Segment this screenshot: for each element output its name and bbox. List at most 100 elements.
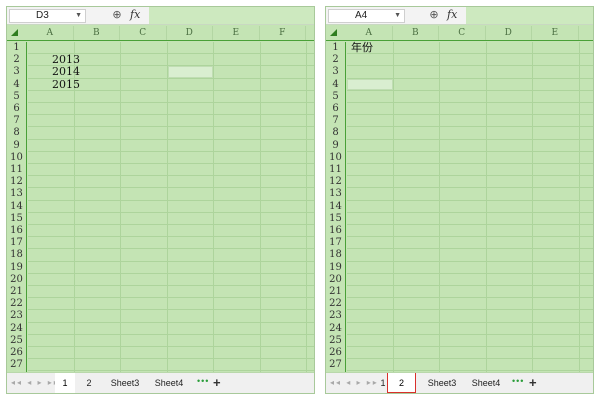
row-header-13[interactable]: 13 <box>326 188 345 200</box>
row-header-19[interactable]: 19 <box>7 262 26 274</box>
row-header-10[interactable]: 10 <box>7 152 26 164</box>
row-header-27[interactable]: 27 <box>326 359 345 371</box>
column-header-b[interactable]: B <box>393 26 439 40</box>
sheet-tab-sheet4[interactable]: Sheet4 <box>149 373 189 393</box>
row-header-23[interactable]: 23 <box>326 310 345 322</box>
sheet-tab-sheet3[interactable]: Sheet3 <box>422 373 462 393</box>
row-header-13[interactable]: 13 <box>7 188 26 200</box>
column-header-a[interactable]: A <box>27 26 74 40</box>
row-header-14[interactable]: 14 <box>326 201 345 213</box>
sheet-tab-2[interactable]: 2 <box>387 373 416 393</box>
add-sheet-icon[interactable]: + <box>529 375 537 390</box>
row-header-19[interactable]: 19 <box>326 262 345 274</box>
row-header-23[interactable]: 23 <box>7 310 26 322</box>
selected-cell[interactable] <box>167 66 213 78</box>
sheet-tab-1[interactable]: 1 <box>55 373 75 393</box>
row-header-27[interactable]: 27 <box>7 359 26 371</box>
name-box-dropdown-icon[interactable]: ▼ <box>394 10 401 22</box>
row-header-7[interactable]: 7 <box>326 115 345 127</box>
row-header-16[interactable]: 16 <box>7 225 26 237</box>
grid-row-line <box>347 187 593 189</box>
row-header-22[interactable]: 22 <box>326 298 345 310</box>
column-header-e[interactable]: E <box>532 26 579 40</box>
sheet-nav-arrows-icon[interactable]: ◂◂ ◂ ▸ ▸▸ <box>330 378 379 387</box>
row-header-24[interactable]: 24 <box>326 323 345 335</box>
fx-icon[interactable]: fx <box>447 8 457 21</box>
row-header-18[interactable]: 18 <box>7 249 26 261</box>
row-header-15[interactable]: 15 <box>7 213 26 225</box>
row-header-25[interactable]: 25 <box>326 335 345 347</box>
grid-row-line <box>347 297 593 299</box>
name-box[interactable]: A4 ▼ <box>328 9 405 23</box>
row-header-14[interactable]: 14 <box>7 201 26 213</box>
row-header-1[interactable]: 1 <box>7 42 26 54</box>
row-header-4[interactable]: 4 <box>326 79 345 91</box>
row-header-16[interactable]: 16 <box>326 225 345 237</box>
grid-row-line <box>28 211 314 213</box>
row-header-2[interactable]: 2 <box>326 54 345 66</box>
cell-grid[interactable]: 2013 2014 2015 <box>28 42 314 372</box>
row-header-20[interactable]: 20 <box>7 274 26 286</box>
row-header-17[interactable]: 17 <box>7 237 26 249</box>
magnifier-icon[interactable]: ⊕ <box>110 8 124 21</box>
row-header-6[interactable]: 6 <box>326 103 345 115</box>
row-header-11[interactable]: 11 <box>7 164 26 176</box>
formula-input[interactable] <box>466 7 593 24</box>
row-header-17[interactable]: 17 <box>326 237 345 249</box>
row-header-26[interactable]: 26 <box>7 347 26 359</box>
row-header-20[interactable]: 20 <box>326 274 345 286</box>
row-header-18[interactable]: 18 <box>326 249 345 261</box>
row-header-12[interactable]: 12 <box>326 176 345 188</box>
row-header-22[interactable]: 22 <box>7 298 26 310</box>
column-header-f[interactable]: F <box>260 26 306 40</box>
fx-icon[interactable]: fx <box>130 8 140 21</box>
name-box[interactable]: D3 ▼ <box>9 9 86 23</box>
cell-grid[interactable]: 年份 <box>347 42 593 372</box>
row-header-7[interactable]: 7 <box>7 115 26 127</box>
selected-cell[interactable] <box>347 78 393 90</box>
column-header-c[interactable]: C <box>120 26 167 40</box>
sheet-tab-sheet3[interactable]: Sheet3 <box>105 373 145 393</box>
grid-row-line <box>347 236 593 238</box>
row-header-9[interactable]: 9 <box>7 140 26 152</box>
column-header-d[interactable]: D <box>486 26 532 40</box>
add-sheet-icon[interactable]: + <box>213 375 221 390</box>
select-all-icon[interactable] <box>330 29 337 36</box>
row-header-24[interactable]: 24 <box>7 323 26 335</box>
row-header-26[interactable]: 26 <box>326 347 345 359</box>
column-header-a[interactable]: A <box>346 26 393 40</box>
row-header-10[interactable]: 10 <box>326 152 345 164</box>
select-all-icon[interactable] <box>11 29 18 36</box>
row-header-21[interactable]: 21 <box>7 286 26 298</box>
row-header-9[interactable]: 9 <box>326 140 345 152</box>
sheet-tab-sheet4[interactable]: Sheet4 <box>466 373 506 393</box>
column-header-b[interactable]: B <box>74 26 120 40</box>
row-header-6[interactable]: 6 <box>7 103 26 115</box>
more-sheets-icon[interactable]: ••• <box>197 376 209 386</box>
more-sheets-icon[interactable]: ••• <box>512 376 524 386</box>
sheet-nav-arrows-icon[interactable]: ◂◂ ◂ ▸ ▸▸ <box>11 378 60 387</box>
column-header-e[interactable]: E <box>213 26 260 40</box>
magnifier-icon[interactable]: ⊕ <box>427 8 441 21</box>
name-box-dropdown-icon[interactable]: ▼ <box>75 10 82 22</box>
row-header-15[interactable]: 15 <box>326 213 345 225</box>
row-header-3[interactable]: 3 <box>7 66 26 78</box>
row-header-11[interactable]: 11 <box>326 164 345 176</box>
row-header-5[interactable]: 5 <box>326 91 345 103</box>
grid-row-line <box>28 333 314 335</box>
row-header-1[interactable]: 1 <box>326 42 345 54</box>
sheet-tab-label: 1 <box>380 378 386 388</box>
row-header-5[interactable]: 5 <box>7 91 26 103</box>
row-header-2[interactable]: 2 <box>7 54 26 66</box>
row-header-3[interactable]: 3 <box>326 66 345 78</box>
row-header-4[interactable]: 4 <box>7 79 26 91</box>
row-header-8[interactable]: 8 <box>7 127 26 139</box>
row-header-8[interactable]: 8 <box>326 127 345 139</box>
row-header-25[interactable]: 25 <box>7 335 26 347</box>
row-header-12[interactable]: 12 <box>7 176 26 188</box>
row-header-21[interactable]: 21 <box>326 286 345 298</box>
column-header-d[interactable]: D <box>167 26 213 40</box>
column-header-c[interactable]: C <box>439 26 486 40</box>
sheet-tab-2[interactable]: 2 <box>79 373 99 393</box>
formula-input[interactable] <box>149 7 314 24</box>
